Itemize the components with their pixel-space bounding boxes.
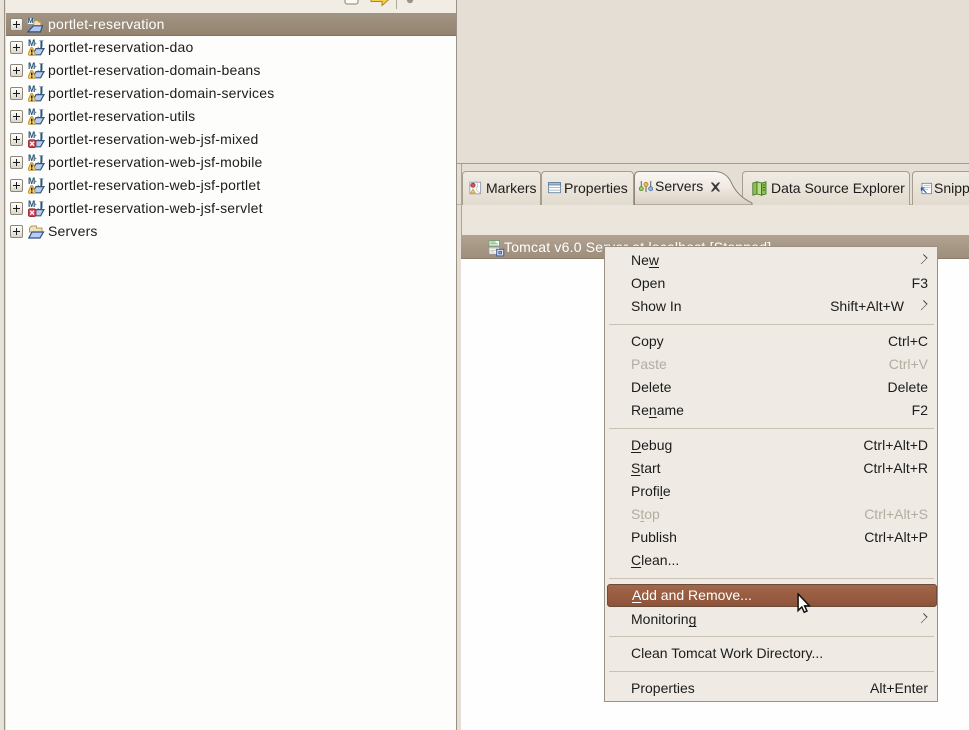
svg-text:M: M [28,18,34,25]
